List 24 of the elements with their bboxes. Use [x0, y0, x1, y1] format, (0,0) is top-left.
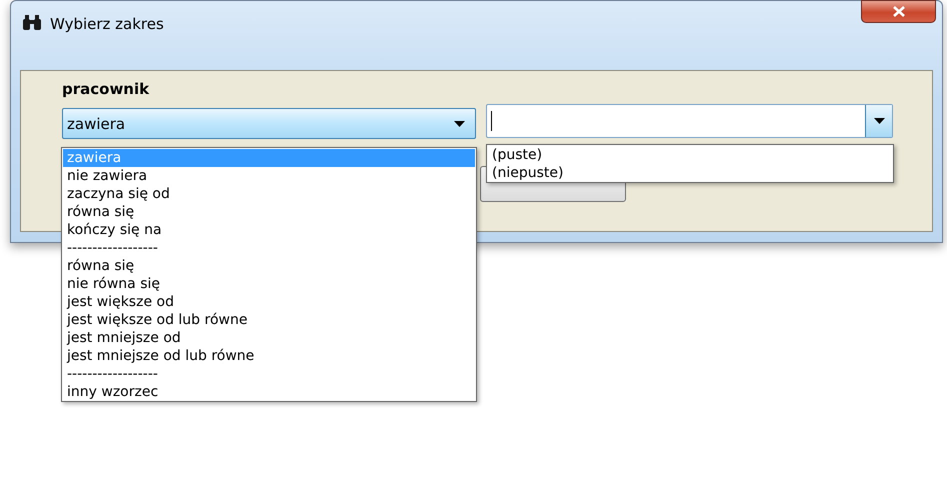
dropdown-option[interactable]: (puste) — [488, 146, 892, 164]
dropdown-button[interactable] — [865, 105, 892, 137]
dropdown-option[interactable]: (niepuste) — [488, 164, 892, 182]
condition-dropdown[interactable]: zawiera — [62, 108, 476, 139]
dropdown-option[interactable]: ------------------ — [63, 239, 475, 257]
dropdown-option[interactable]: jest większe od — [63, 293, 475, 311]
field-label: pracownik — [62, 80, 150, 98]
dropdown-option[interactable]: nie zawiera — [63, 167, 475, 185]
dropdown-arrow-icon — [454, 120, 465, 126]
dropdown-option[interactable]: równa się — [63, 203, 475, 221]
dropdown-option[interactable]: jest mniejsze od — [63, 329, 475, 347]
dropdown-option[interactable]: ------------------ — [63, 365, 475, 383]
dropdown-option[interactable]: jest większe od lub równe — [63, 311, 475, 329]
dropdown-option[interactable]: równa się — [63, 257, 475, 275]
dropdown-option[interactable]: jest mniejsze od lub równe — [63, 347, 475, 365]
close-icon — [892, 6, 906, 17]
dropdown-option[interactable]: inny wzorzec — [63, 383, 475, 401]
close-button[interactable] — [861, 0, 936, 23]
binoculars-icon — [22, 14, 42, 30]
window-title: Wybierz zakres — [50, 14, 164, 34]
dropdown-option[interactable]: nie równa się — [63, 275, 475, 293]
dropdown-option[interactable]: kończy się na — [63, 221, 475, 239]
dropdown-arrow-icon — [874, 118, 884, 124]
dropdown-option[interactable]: zaczyna się od — [63, 185, 475, 203]
